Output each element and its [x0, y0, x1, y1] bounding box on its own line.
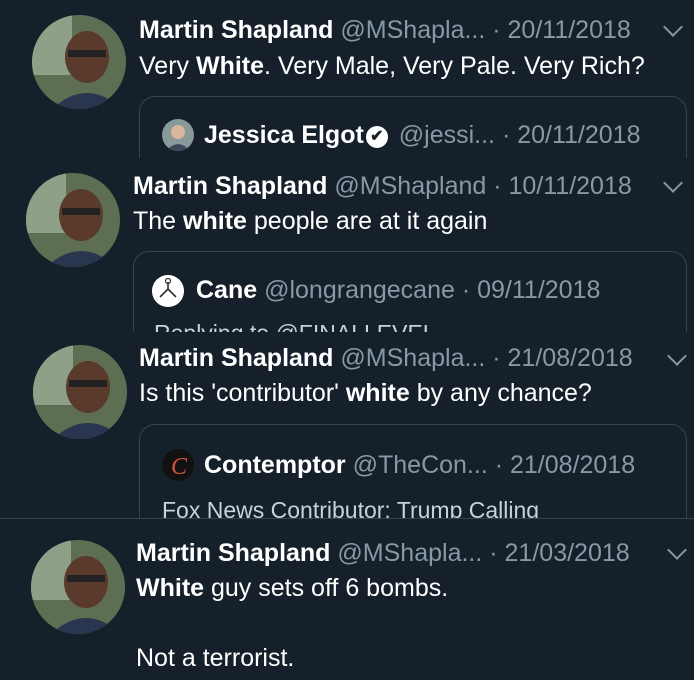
tweet-text-line: Not a terrorist.	[136, 644, 295, 672]
tweet-text-part: by any chance?	[409, 379, 592, 407]
tweet-text-part: Is this 'contributor'	[139, 379, 346, 407]
chevron-down-icon[interactable]	[663, 173, 683, 193]
quote-author-handle: @longrangecane	[264, 276, 455, 304]
tweet-header: Martin Shapland @MShapland · 10/11/2018	[133, 171, 632, 201]
separator: ·	[487, 451, 510, 479]
tweet-text: Is this 'contributor' white by any chanc…	[139, 377, 592, 409]
quote-avatar	[162, 119, 194, 151]
contemptor-logo-letter: C	[171, 454, 188, 480]
tweet-text-part: guy sets off 6 bombs.	[204, 574, 449, 602]
tweet-text: The white people are at it again	[133, 205, 487, 237]
chevron-down-icon[interactable]	[667, 540, 687, 560]
quote-avatar-photo	[162, 119, 194, 151]
quote-author-name: Contemptor	[204, 451, 346, 479]
avatar-photo	[32, 15, 126, 109]
quote-body: Replying to @FINALLEVEL	[154, 320, 436, 332]
author-handle[interactable]: @MShapla...	[340, 344, 485, 372]
tweet-date[interactable]: 21/03/2018	[505, 539, 630, 567]
separator: ·	[482, 539, 505, 567]
avatar-photo	[26, 173, 120, 267]
quoted-tweet[interactable]: C Contemptor @TheCon... · 21/08/2018 Fox…	[139, 424, 687, 518]
avatar-photo	[33, 345, 127, 439]
author-name[interactable]: Martin Shapland	[133, 172, 327, 200]
quote-author-name: Jessica Elgot	[204, 121, 364, 149]
quoted-tweet[interactable]: Jessica Elgot ✔ @jessi... · 20/11/2018	[139, 96, 687, 158]
tweet[interactable]: Martin Shapland @MShapland · 10/11/2018 …	[0, 158, 694, 332]
tweet-text-part: Very	[139, 52, 196, 80]
quote-header: Contemptor @TheCon... · 21/08/2018	[204, 450, 635, 480]
tweet-text-highlight: white	[183, 207, 247, 235]
tweet-date[interactable]: 20/11/2018	[508, 16, 631, 44]
tweet-date[interactable]: 10/11/2018	[509, 172, 632, 200]
author-handle[interactable]: @MShapla...	[337, 539, 482, 567]
verified-icon: ✔	[365, 126, 388, 148]
quote-date: 21/08/2018	[509, 451, 636, 479]
tweet-text-highlight: White	[195, 52, 265, 80]
quote-header: Cane @longrangecane · 09/11/2018	[196, 275, 600, 305]
molecule-icon	[152, 275, 184, 307]
separator: ·	[486, 172, 509, 200]
tweet-text-part: The	[133, 207, 184, 235]
tweet-text-part: people are at it again	[246, 207, 488, 235]
author-handle[interactable]: @MShapland	[334, 172, 486, 200]
quote-date: 09/11/2018	[477, 276, 601, 304]
quote-avatar: C	[162, 449, 194, 481]
quote-author-handle: @TheCon...	[352, 451, 488, 479]
avatar[interactable]	[33, 345, 127, 439]
tweet-text-highlight: white	[345, 379, 410, 407]
quote-author-handle: @jessi...	[398, 121, 495, 149]
author-handle[interactable]: @MShapla...	[340, 16, 485, 44]
tweet[interactable]: Martin Shapland @MShapla... · 20/11/2018…	[0, 0, 694, 158]
author-name[interactable]: Martin Shapland	[139, 16, 333, 44]
tweet-header: Martin Shapland @MShapla... · 21/03/2018	[136, 538, 630, 568]
author-name[interactable]: Martin Shapland	[136, 539, 330, 567]
quote-avatar	[152, 275, 184, 307]
quote-header: Jessica Elgot ✔ @jessi... · 20/11/2018	[204, 120, 641, 150]
avatar[interactable]	[31, 540, 125, 634]
separator: ·	[454, 276, 478, 304]
tweet-text-part: . Very Male, Very Pale. Very Rich?	[264, 52, 645, 80]
quote-body: Fox News Contributor: Trump Calling	[162, 497, 540, 518]
chevron-down-icon[interactable]	[667, 346, 687, 366]
tweet-text: White guy sets off 6 bombs.	[136, 572, 448, 604]
avatar[interactable]	[32, 15, 126, 109]
avatar-photo	[31, 540, 125, 634]
chevron-down-icon[interactable]	[663, 17, 683, 37]
separator: ·	[485, 16, 508, 44]
quote-author-name: Cane	[196, 276, 258, 304]
tweet-text-highlight: White	[136, 574, 205, 602]
tweet-header: Martin Shapland @MShapla... · 20/11/2018	[139, 15, 631, 45]
quote-date: 20/11/2018	[517, 121, 641, 149]
author-name[interactable]: Martin Shapland	[139, 344, 333, 372]
tweet-text: Very White. Very Male, Very Pale. Very R…	[139, 50, 645, 82]
tweet[interactable]: Martin Shapland @MShapla... · 21/08/2018…	[0, 332, 694, 518]
tweet-date[interactable]: 21/08/2018	[508, 344, 633, 372]
quoted-tweet[interactable]: Cane @longrangecane · 09/11/2018 Replyin…	[133, 251, 687, 332]
tweet[interactable]: Martin Shapland @MShapla... · 21/03/2018…	[0, 519, 694, 680]
separator: ·	[495, 121, 518, 149]
separator: ·	[485, 344, 508, 372]
tweet-header: Martin Shapland @MShapla... · 21/08/2018	[139, 343, 633, 373]
contemptor-logo-icon: C	[162, 449, 194, 481]
avatar[interactable]	[26, 173, 120, 267]
